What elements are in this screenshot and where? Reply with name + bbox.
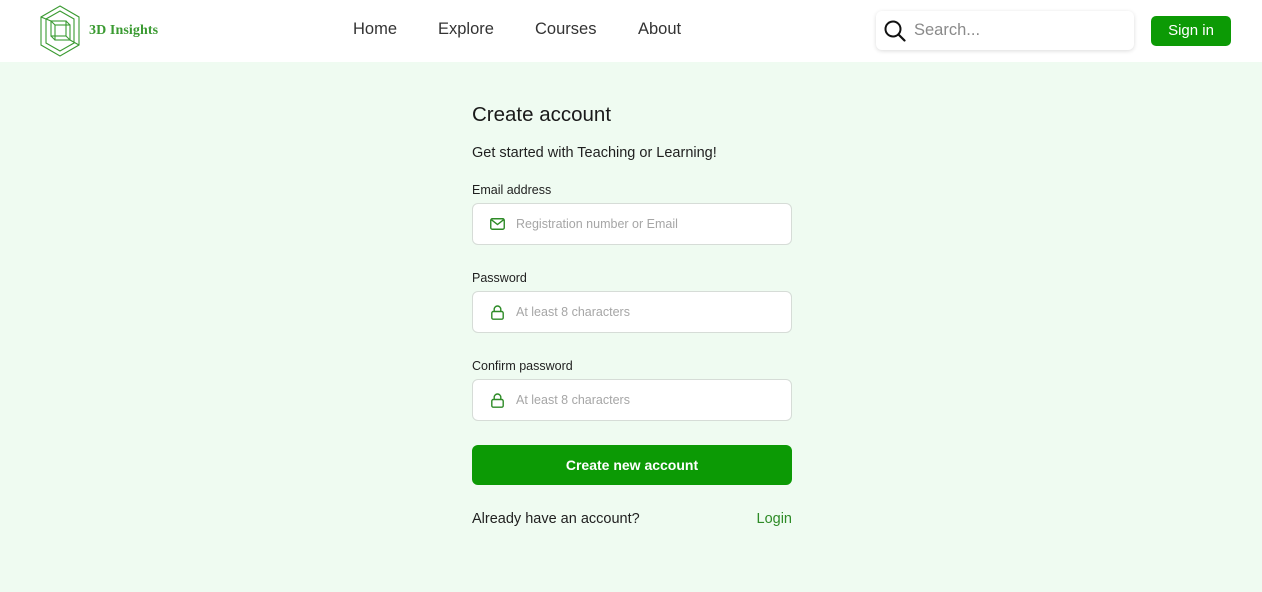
confirm-password-input[interactable] [516, 393, 776, 407]
top-navbar: 3D Insights Home Explore Courses About S… [0, 0, 1262, 62]
nav-explore[interactable]: Explore [438, 20, 494, 39]
nav-home[interactable]: Home [353, 20, 397, 39]
brand-logo[interactable]: 3D Insights [38, 5, 158, 57]
confirm-password-label: Confirm password [472, 359, 573, 373]
password-field[interactable] [472, 291, 792, 333]
email-field[interactable] [472, 203, 792, 245]
cube-logo-icon [38, 5, 82, 57]
login-link[interactable]: Login [757, 511, 792, 527]
nav-about[interactable]: About [638, 20, 681, 39]
search-box[interactable] [876, 11, 1134, 50]
create-account-button[interactable]: Create new account [472, 445, 792, 485]
nav-courses[interactable]: Courses [535, 20, 596, 39]
page-title: Create account [472, 103, 612, 126]
lock-icon [489, 304, 505, 320]
search-icon[interactable] [883, 19, 907, 43]
lock-icon [489, 392, 505, 408]
mail-icon [489, 216, 505, 232]
search-input[interactable] [914, 21, 1114, 40]
brand-name: 3D Insights [89, 23, 159, 38]
already-have-account-text: Already have an account? [472, 511, 640, 527]
password-input[interactable] [516, 305, 776, 319]
sign-in-button[interactable]: Sign in [1151, 16, 1231, 46]
confirm-password-field[interactable] [472, 379, 792, 421]
page-subtitle: Get started with Teaching or Learning! [472, 145, 717, 161]
email-label: Email address [472, 183, 552, 197]
email-input[interactable] [516, 217, 776, 231]
password-label: Password [472, 271, 527, 285]
